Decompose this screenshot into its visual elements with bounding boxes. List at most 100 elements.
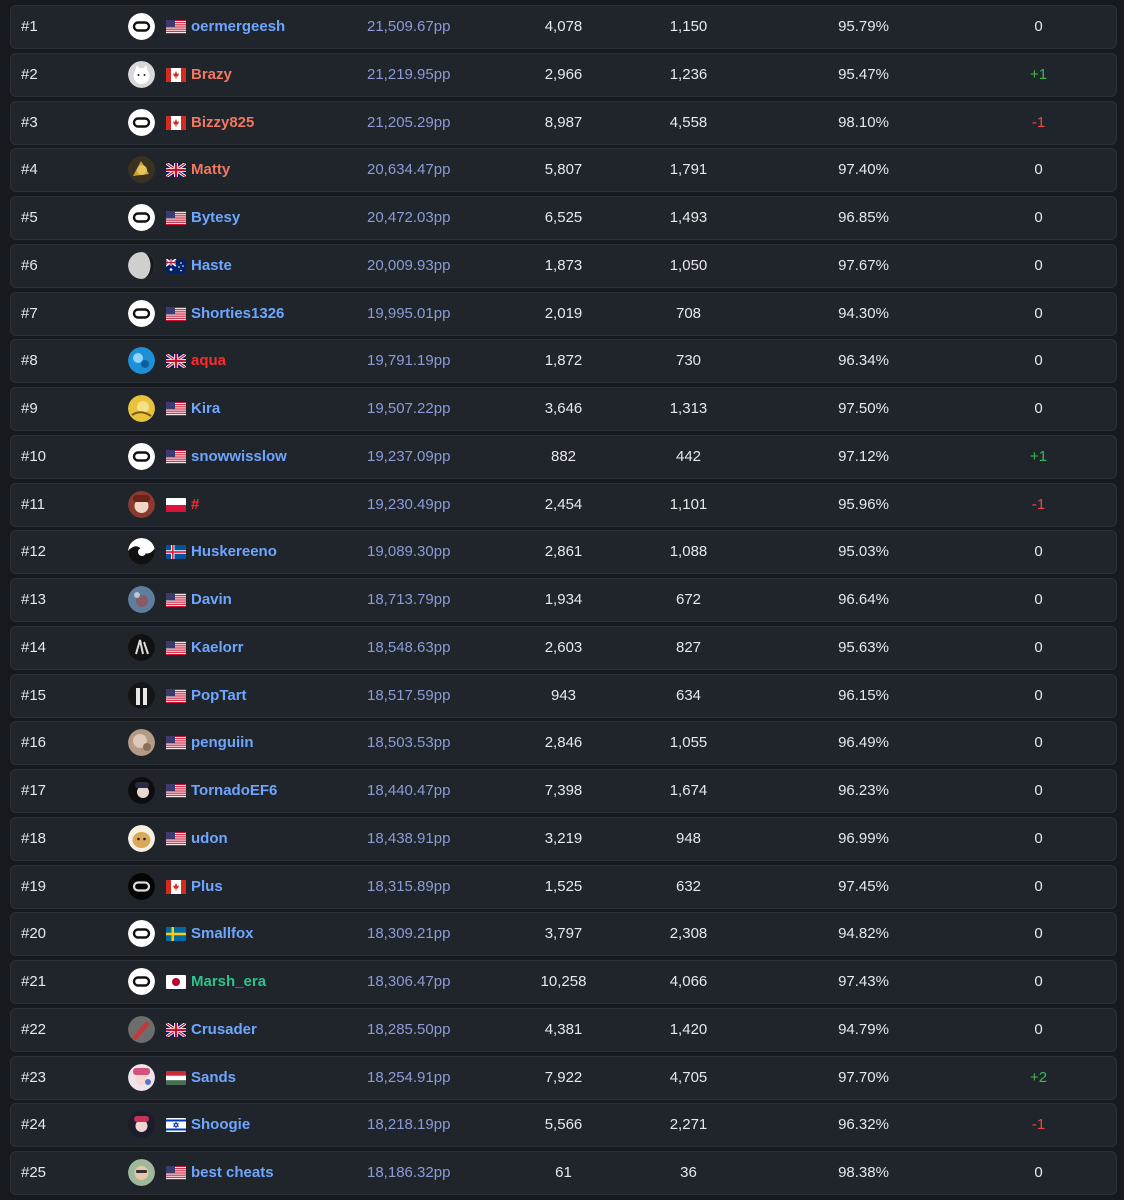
player-name-link[interactable]: Shorties1326 — [191, 293, 284, 335]
leaderboard-row[interactable]: #10 snowwisslow 19,237.09pp 882 442 97.12% +1 — [10, 434, 1117, 479]
avatar[interactable] — [128, 108, 155, 136]
play-count: 7,922 — [544, 1068, 583, 1086]
player-name-link[interactable]: Bizzy825 — [191, 102, 254, 144]
avatar[interactable] — [128, 1159, 155, 1186]
leaderboard-row[interactable]: #21 Marsh_era 18,306.47pp 10,258 4,066 97.43%… — [10, 960, 1117, 1004]
avatar[interactable] — [128, 60, 155, 88]
leaderboard-row[interactable]: #9 Kira 19,507.22pp 3,646 1,313 97.50% 0 — [10, 387, 1117, 431]
avatar[interactable] — [128, 395, 155, 422]
avatar[interactable] — [128, 729, 155, 757]
top-play-count: 1,088 — [669, 543, 708, 561]
player-name-link[interactable]: best cheats — [191, 1152, 274, 1194]
leaderboard-row[interactable]: #6 Haste 20,009.93pp 1,873 1,050 97.67% 0 — [10, 243, 1117, 288]
leaderboard-row[interactable]: #4 Matty 20,634.47pp 5,807 1,791 97.40% 0 — [10, 148, 1117, 193]
player-name-link[interactable]: Kira — [191, 388, 220, 430]
player-name-link[interactable]: Plus — [191, 866, 223, 908]
player-name-link[interactable]: Davin — [191, 579, 232, 621]
rank-change: -1 — [1031, 495, 1046, 513]
leaderboard-row[interactable]: #13 Davin 18,713.79pp 1,934 672 96.64% 0 — [10, 578, 1117, 622]
avatar[interactable] — [128, 442, 155, 470]
leaderboard-row[interactable]: #20 Smallfox 18,309.21pp 3,797 2,308 94.82% 0 — [10, 912, 1117, 957]
leaderboard-row[interactable]: #1 oermergeesh 21,509.67pp 4,078 1,150 95.79%… — [10, 5, 1117, 49]
rank-label: #24 — [21, 1116, 47, 1134]
avatar[interactable] — [128, 156, 155, 184]
leaderboard-row[interactable]: #12 Huskereeno 19,089.30pp 2,861 1,088 95.03%… — [10, 530, 1117, 575]
leaderboard-row[interactable]: #3 Bizzy825 21,205.29pp 8,987 4,558 98.10% -1 — [10, 100, 1117, 145]
avatar[interactable] — [128, 824, 155, 852]
leaderboard-row[interactable]: #25 best cheats 18,186.32pp 61 36 98.38% 0 — [10, 1151, 1117, 1195]
player-name-link[interactable]: oermergeesh — [191, 6, 285, 48]
avatar[interactable] — [128, 586, 155, 613]
performance-points: 18,713.79pp — [367, 591, 451, 608]
leaderboard-row[interactable]: #22 Crusader 18,285.50pp 4,381 1,420 94.79% 0 — [10, 1007, 1117, 1052]
player-name-link[interactable]: Kaelorr — [191, 627, 244, 669]
player-name-link[interactable]: # — [191, 484, 199, 526]
player-name-link[interactable]: udon — [191, 818, 228, 860]
performance-points: 18,309.21pp — [367, 925, 451, 943]
leaderboard-row[interactable]: #16 penguiin 18,503.53pp 2,846 1,055 96.49% 0 — [10, 721, 1117, 766]
accuracy: 97.43% — [838, 973, 889, 990]
country-flag-icon — [166, 975, 186, 989]
avatar[interactable] — [128, 633, 155, 661]
player-name-link[interactable]: Huskereeno — [191, 531, 277, 573]
player-name-link[interactable]: penguiin — [191, 722, 254, 764]
avatar[interactable] — [128, 681, 155, 709]
leaderboard-row[interactable]: #7 Shorties1326 19,995.01pp 2,019 708 94.30% 0 — [10, 291, 1117, 336]
avatar[interactable] — [128, 347, 155, 375]
play-count: 1,934 — [544, 591, 583, 608]
player-name-link[interactable]: Crusader — [191, 1009, 257, 1051]
player-name-link[interactable]: Smallfox — [191, 913, 254, 955]
accuracy: 97.40% — [838, 161, 889, 179]
performance-points: 18,186.32pp — [367, 1164, 451, 1181]
leaderboard-row[interactable]: #11 #19,230.49pp 2,454 1,101 95.96% -1 — [10, 482, 1117, 527]
leaderboard-row[interactable]: #14 Kaelorr 18,548.63pp 2,603 827 95.63% 0 — [10, 625, 1117, 670]
rank-change: 0 — [1034, 543, 1043, 561]
player-name-link[interactable]: PopTart — [191, 675, 247, 717]
leaderboard-row[interactable]: #17 TornadoEF6 18,440.47pp 7,398 1,674 96.23%… — [10, 769, 1117, 813]
avatar[interactable] — [128, 251, 155, 279]
avatar[interactable] — [128, 777, 155, 804]
country-flag-icon — [166, 831, 186, 846]
avatar[interactable] — [128, 1111, 155, 1139]
avatar[interactable] — [128, 1015, 155, 1043]
avatar[interactable] — [128, 1063, 155, 1091]
player-name-link[interactable]: Sands — [191, 1057, 236, 1099]
rank-label: #18 — [21, 829, 47, 847]
leaderboard-row[interactable]: #15 PopTart 18,517.59pp 943 634 96.15% 0 — [10, 673, 1117, 718]
leaderboard-row[interactable]: #23 Sands 18,254.91pp 7,922 4,705 97.70% +2 — [10, 1055, 1117, 1100]
avatar[interactable] — [128, 538, 155, 566]
leaderboard-row[interactable]: #18 udon 18,438.91pp 3,219 948 96.99% 0 — [10, 816, 1117, 861]
performance-points: 20,634.47pp — [367, 161, 451, 179]
country-flag-icon — [166, 402, 186, 416]
avatar[interactable] — [128, 968, 155, 995]
avatar[interactable] — [128, 920, 155, 948]
leaderboard-row[interactable]: #2 Brazy 21,219.95pp 2,966 1,236 95.47% +1 — [10, 52, 1117, 97]
avatar[interactable] — [128, 872, 155, 900]
avatar[interactable] — [128, 490, 155, 518]
player-name-link[interactable]: Marsh_era — [191, 961, 266, 1003]
player-name-link[interactable]: Shoogie — [191, 1104, 250, 1146]
leaderboard-row[interactable]: #24 Shoogie 18,218.19pp 5,566 2,271 96.32% -1 — [10, 1103, 1117, 1148]
top-play-count: 1,050 — [669, 256, 708, 274]
avatar[interactable] — [128, 13, 155, 40]
country-flag-icon — [166, 115, 186, 130]
performance-points: 19,237.09pp — [367, 447, 451, 465]
player-name-link[interactable]: aqua — [191, 340, 226, 382]
leaderboard-row[interactable]: #19 Plus 18,315.89pp 1,525 632 97.45% 0 — [10, 864, 1117, 909]
leaderboard-row[interactable]: #8 aqua 19,791.19pp 1,872 730 96.34% 0 — [10, 339, 1117, 384]
play-count: 2,454 — [544, 495, 583, 513]
avatar[interactable] — [128, 204, 155, 231]
player-name-link[interactable]: Haste — [191, 245, 232, 287]
player-name-link[interactable]: Matty — [191, 149, 230, 191]
player-name-link[interactable]: Brazy — [191, 54, 232, 96]
player-name-link[interactable]: Bytesy — [191, 197, 240, 239]
rank-change: 0 — [1034, 1164, 1043, 1181]
rank-change: 0 — [1034, 638, 1043, 656]
rank-label: #2 — [21, 65, 38, 83]
play-count: 943 — [550, 686, 577, 704]
player-name-link[interactable]: TornadoEF6 — [191, 770, 277, 812]
avatar[interactable] — [128, 299, 155, 327]
player-name-link[interactable]: snowwisslow — [191, 436, 287, 478]
performance-points: 18,438.91pp — [367, 829, 451, 847]
leaderboard-row[interactable]: #5 Bytesy 20,472.03pp 6,525 1,493 96.85% 0 — [10, 196, 1117, 240]
